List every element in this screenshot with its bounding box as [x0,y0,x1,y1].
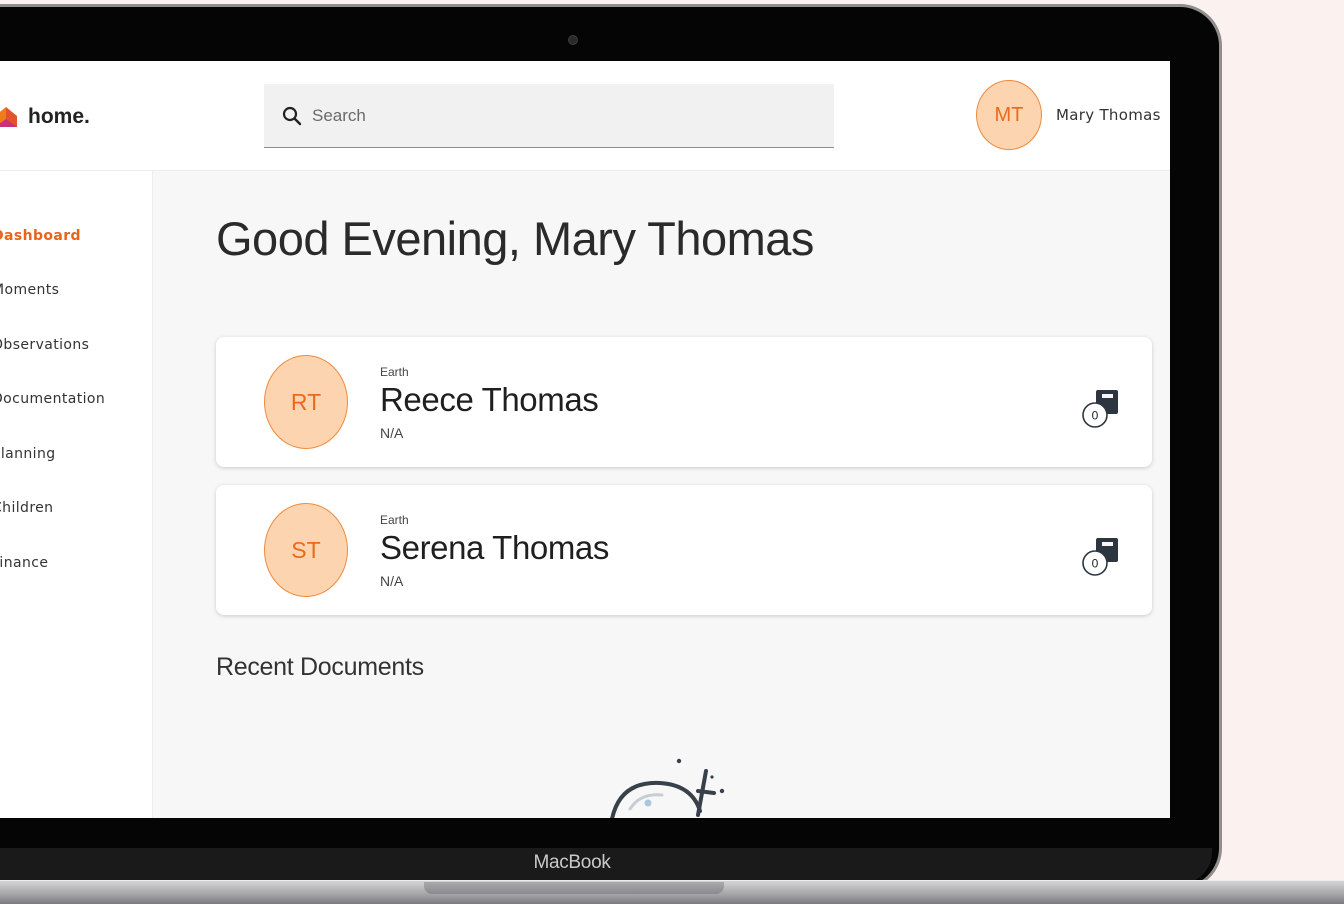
child-card[interactable]: RT Earth Reece Thomas N/A 0 [216,337,1152,467]
documents-count: 0 [1092,409,1099,423]
app-screen: home. MT Mary Thomas Dashboard Moments O… [0,61,1170,818]
empty-state-illustration [610,758,725,818]
sidebar-item-finance[interactable]: Finance [0,555,48,571]
logo-text: home. [28,105,90,128]
top-bar: home. MT Mary Thomas [0,61,1170,171]
documents-count-icon[interactable]: 0 [1082,387,1122,433]
sidebar-item-children[interactable]: Children [0,500,53,516]
sidebar-item-moments[interactable]: Moments [0,282,59,298]
documents-count: 0 [1092,557,1099,571]
sidebar-item-dashboard[interactable]: Dashboard [0,228,81,244]
search-icon [282,106,302,125]
sidebar-item-documentation[interactable]: Documentation [0,391,105,407]
user-name[interactable]: Mary Thomas [1056,106,1161,124]
child-avatar: ST [264,503,348,597]
laptop-notch [424,882,724,894]
child-card[interactable]: ST Earth Serena Thomas N/A 0 [216,485,1152,615]
app-logo[interactable]: home. [0,105,90,129]
page-title: Good Evening, Mary Thomas [216,212,814,265]
webcam [568,35,578,45]
child-location: Earth [380,513,409,527]
sidebar-item-planning[interactable]: Planning [0,446,56,462]
sidebar-item-observations[interactable]: Observations [0,337,89,353]
child-name: Serena Thomas [380,529,609,566]
house-logo-icon [0,107,17,127]
search-bar[interactable] [264,84,834,148]
child-location: Earth [380,365,409,379]
child-avatar: RT [264,355,348,449]
user-avatar[interactable]: MT [976,80,1042,150]
user-menu[interactable]: MT Mary Thomas [976,80,1161,150]
recent-documents-heading: Recent Documents [216,653,424,681]
child-name: Reece Thomas [380,381,599,418]
sidebar: Dashboard Moments Observations Documenta… [0,171,153,818]
search-input[interactable] [312,105,792,126]
child-status: N/A [380,425,404,441]
documents-count-icon[interactable]: 0 [1082,535,1122,581]
device-label: MacBook [533,852,611,873]
child-status: N/A [380,573,404,589]
